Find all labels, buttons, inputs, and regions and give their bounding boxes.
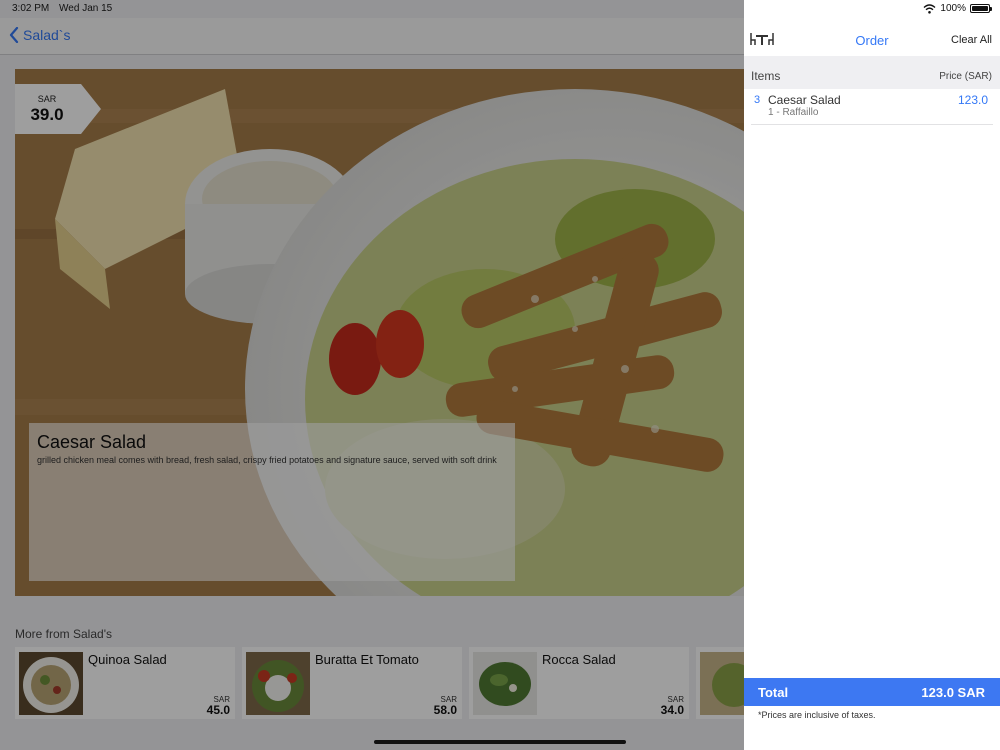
product-card-rocca-salad[interactable]: Rocca Salad SAR 34.0 bbox=[469, 647, 689, 719]
order-row-quantity: 3 bbox=[754, 94, 761, 106]
order-row[interactable]: 3 Caesar Salad 1 - Raffaillo 123.0 bbox=[744, 89, 1000, 125]
navigation-bar: Salad`s bbox=[0, 18, 744, 55]
order-panel: Order Clear All Items Price (SAR) 3 Caes… bbox=[744, 0, 1000, 750]
price-column-label: Price (SAR) bbox=[939, 71, 992, 82]
price-tag: SAR 39.0 bbox=[15, 84, 101, 134]
order-header: Order Clear All bbox=[744, 18, 1000, 56]
product-price: 45.0 bbox=[206, 703, 230, 717]
back-button-label: Salad`s bbox=[23, 27, 71, 43]
tax-note: *Prices are inclusive of taxes. bbox=[758, 710, 876, 720]
order-row-name: Caesar Salad bbox=[768, 93, 841, 107]
clear-all-button[interactable]: Clear All bbox=[951, 34, 992, 46]
back-button[interactable]: Salad`s bbox=[9, 27, 70, 43]
total-label: Total bbox=[758, 685, 789, 700]
more-from-title: More from Salad's bbox=[15, 627, 112, 641]
product-name: Rocca Salad bbox=[542, 652, 616, 667]
product-thumbnail bbox=[473, 652, 537, 715]
product-card-quinoa-salad[interactable]: Quinoa Salad SAR 45.0 bbox=[15, 647, 235, 719]
product-thumbnail bbox=[19, 652, 83, 715]
product-thumbnail bbox=[700, 652, 744, 715]
product-card-partial[interactable] bbox=[696, 647, 744, 719]
row-divider bbox=[751, 124, 993, 125]
product-price: 58.0 bbox=[433, 703, 457, 717]
order-row-price: 123.0 bbox=[957, 93, 988, 107]
product-card-buratta-et-tomato[interactable]: Buratta Et Tomato SAR 58.0 bbox=[242, 647, 462, 719]
order-total-bar: Total 123.0 SAR bbox=[744, 678, 1000, 706]
product-name: Quinoa Salad bbox=[88, 652, 167, 667]
product-thumbnail bbox=[246, 652, 310, 715]
item-description: grilled chicken meal comes with bread, f… bbox=[37, 455, 497, 465]
item-description-card: Caesar Salad grilled chicken meal comes … bbox=[29, 423, 515, 581]
chevron-left-icon bbox=[9, 27, 19, 43]
total-value: 123.0 SAR bbox=[921, 685, 985, 700]
product-price: 34.0 bbox=[660, 703, 684, 717]
item-title: Caesar Salad bbox=[37, 432, 147, 452]
product-name: Buratta Et Tomato bbox=[315, 652, 419, 667]
home-indicator bbox=[374, 740, 626, 744]
items-label: Items bbox=[751, 69, 781, 83]
price-currency: SAR bbox=[37, 94, 57, 104]
order-row-detail: 1 - Raffaillo bbox=[768, 107, 819, 118]
price-value: 39.0 bbox=[30, 105, 64, 124]
more-from-section: More from Salad's Quinoa Salad SAR 45.0 bbox=[0, 610, 744, 750]
items-column-header: Items Price (SAR) bbox=[744, 56, 1000, 89]
menu-item-detail-pane: Salad`s SAR 39.0 Caesar Salad grilled ch… bbox=[0, 0, 744, 750]
